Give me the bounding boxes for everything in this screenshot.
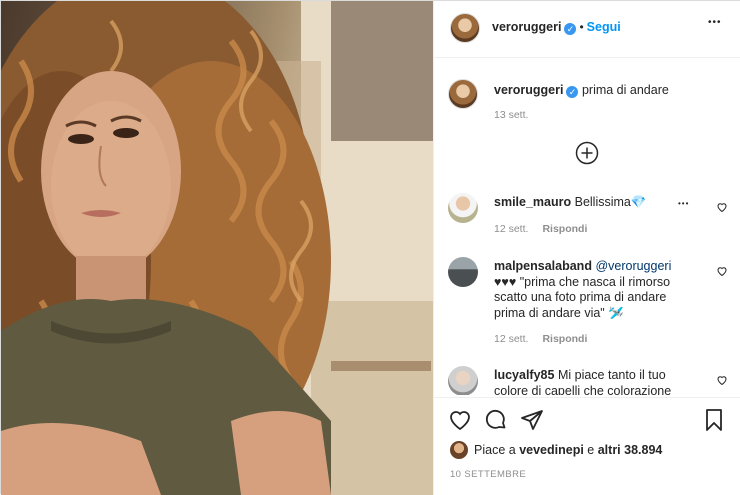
comment-avatar[interactable]	[448, 366, 478, 395]
comments-list: veroruggeri ✓ prima di andare 13 sett. sm…	[434, 59, 740, 395]
author-avatar[interactable]	[450, 13, 480, 43]
verified-badge-icon: ✓	[566, 86, 579, 98]
heart-icon[interactable]	[716, 374, 728, 386]
liker-avatar[interactable]	[450, 441, 468, 459]
comment-meta: 12 sett. Rispondi	[494, 223, 587, 235]
follow-button[interactable]: Segui	[587, 20, 621, 34]
caption-username[interactable]: veroruggeri	[494, 83, 563, 97]
reply-button[interactable]: Rispondi	[542, 223, 587, 235]
post-photo[interactable]	[1, 1, 433, 495]
comment-username[interactable]: lucyalfy85	[494, 368, 554, 382]
heart-icon[interactable]	[716, 265, 728, 277]
portrait-illustration	[1, 1, 433, 495]
verified-badge-icon: ✓	[564, 23, 577, 35]
comment-more-icon[interactable]: •••	[678, 199, 689, 208]
paper-plane-icon[interactable]	[520, 408, 544, 432]
comment-date[interactable]: 12 sett.	[494, 333, 528, 345]
post-modal: veroruggeri ✓ • Segui ••• veroruggeri ✓ prim…	[0, 0, 740, 495]
author-line: veroruggeri ✓ • Segui	[492, 20, 621, 35]
diamond-emoji: 💎	[630, 195, 647, 209]
author-username[interactable]: veroruggeri	[492, 20, 561, 34]
comment-username[interactable]: malpensalaband	[494, 259, 592, 273]
comment-text: smile_mauro Bellissima💎	[494, 195, 647, 209]
caption-text: veroruggeri ✓ prima di andare	[494, 83, 724, 99]
mention-link[interactable]: @veroruggeri	[595, 259, 671, 273]
airplane-emoji: 🛩️	[608, 305, 624, 320]
comment-item: smile_mauro Bellissima💎 12 sett. Rispondi…	[448, 193, 728, 243]
liker-username[interactable]: vevedinepi	[519, 443, 584, 457]
likes-count[interactable]: altri 38.894	[598, 443, 663, 457]
comment-avatar[interactable]	[448, 257, 478, 287]
likes-summary: Piace a vevedinepi e altri 38.894	[474, 443, 663, 457]
more-options-icon[interactable]: •••	[708, 17, 722, 28]
bookmark-icon[interactable]	[702, 408, 726, 432]
heart-icon[interactable]	[716, 201, 728, 213]
separator-dot: •	[579, 20, 584, 34]
post-date[interactable]: 10 SETTEMBRE	[450, 469, 526, 480]
comment-item: lucyalfy85 Mi piace tanto il tuo colore …	[448, 366, 728, 395]
comment-username[interactable]: smile_mauro	[494, 195, 571, 209]
caption-body: prima di andare	[581, 83, 669, 97]
comment-meta: 12 sett. Rispondi	[494, 333, 587, 345]
comment-item: malpensalaband @veroruggeri ♥♥♥ "prima c…	[448, 257, 728, 347]
caption-date: 13 sett.	[494, 109, 529, 121]
comment-bubble-icon[interactable]	[484, 408, 508, 432]
comment-date[interactable]: 12 sett.	[494, 223, 528, 235]
caption-row: veroruggeri ✓ prima di andare 13 sett.	[448, 79, 728, 129]
post-side-panel: veroruggeri ✓ • Segui ••• veroruggeri ✓ prim…	[433, 1, 740, 495]
comment-avatar[interactable]	[448, 193, 478, 223]
post-actions: Piace a vevedinepi e altri 38.894 10 SET…	[434, 397, 740, 495]
caption-avatar[interactable]	[448, 79, 478, 109]
reply-button[interactable]: Rispondi	[542, 333, 587, 345]
comment-text: malpensalaband @veroruggeri ♥♥♥ "prima c…	[494, 259, 672, 320]
plus-circle-icon[interactable]	[575, 141, 599, 165]
comment-text: lucyalfy85 Mi piace tanto il tuo colore …	[494, 368, 672, 395]
post-header: veroruggeri ✓ • Segui •••	[434, 1, 740, 58]
heart-icon[interactable]	[448, 408, 472, 432]
